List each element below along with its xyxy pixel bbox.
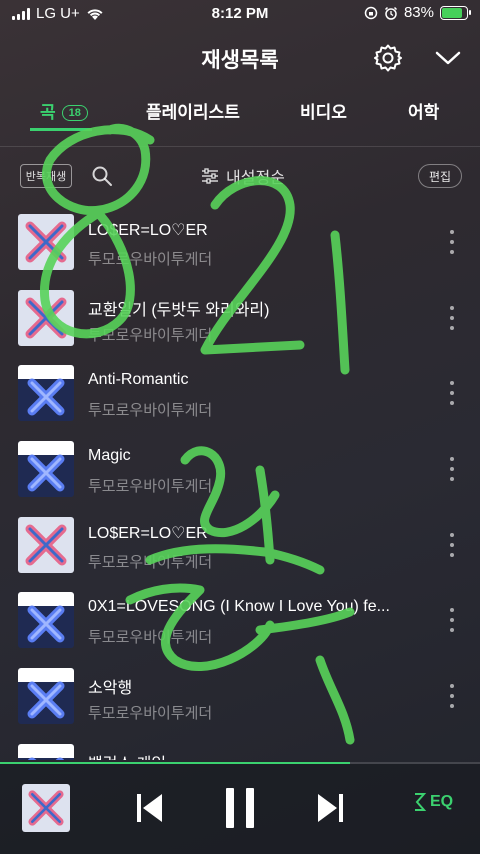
more-options-icon[interactable] [444, 680, 460, 712]
song-artist: 투모로우바이투게더 [88, 705, 213, 723]
collapse-button[interactable] [432, 44, 464, 72]
song-title: 0X1=LOVESONG (I Know I Love You) fe... [88, 598, 390, 616]
song-row[interactable]: 0X1=LOVESONG (I Know I Love You) fe... 투모… [0, 582, 480, 658]
page-title: 재생목록 [201, 49, 279, 72]
song-row[interactable]: Anti-Romantic 투모로우바이투게더 [0, 355, 480, 431]
battery-fill [442, 7, 462, 18]
song-row[interactable]: 소악행투모로우바이투게더 [0, 658, 480, 734]
next-button[interactable] [314, 790, 346, 826]
sort-button[interactable]: 내설정순 [200, 164, 285, 188]
song-title: LO$ER=LO♡ER [88, 222, 208, 239]
more-options-icon[interactable] [444, 226, 460, 258]
eq-label: EQ [430, 793, 454, 810]
song-row[interactable]: LO$ER=LO♡ER 투모로우바이투게더 [0, 204, 480, 280]
song-cover [18, 743, 74, 760]
song-row[interactable]: 교환일기 (두밧두 와리와리) 투모로우바이투게더 [0, 280, 480, 356]
song-row[interactable]: 밸런스 게임투모로우바이투게더 [0, 734, 480, 760]
song-artist: 투모로우바이투게더 [88, 402, 213, 420]
album-cover-art [18, 668, 74, 725]
song-artist: 투모로우바이투게더 [88, 629, 213, 647]
orientation-lock-icon [364, 6, 378, 19]
song-title: 소악행 [88, 680, 133, 698]
song-cover [18, 592, 74, 649]
equalizer-icon [415, 793, 427, 811]
status-right: 83% [364, 4, 471, 21]
song-cover [18, 668, 74, 725]
edit-button[interactable]: 편집 [418, 164, 462, 188]
album-cover-art [22, 784, 70, 832]
tab-playlists[interactable]: 플레이리스트 [146, 98, 240, 123]
album-cover-art [18, 289, 74, 346]
song-artist: 투모로우바이투게더 [88, 251, 213, 268]
now-playing-cover[interactable] [22, 784, 70, 832]
search-icon [92, 166, 112, 186]
pause-button[interactable] [222, 786, 258, 830]
song-artist: 투모로우바이투게더 [88, 478, 213, 496]
battery-charging-icon [440, 5, 471, 20]
song-artist: 투모로우바이투게더 [88, 553, 213, 571]
song-list: LO$ER=LO♡ER 투모로우바이투게더 교환일기 (두밧두 와리와리) 투모로우바… [0, 204, 480, 760]
song-cover [18, 365, 74, 422]
song-row[interactable]: LO$ER=LO♡ER 투모로우바이투게더 [0, 507, 480, 583]
album-cover-art [18, 441, 74, 498]
more-options-icon[interactable] [444, 302, 460, 334]
sort-label: 내설정순 [226, 170, 285, 187]
settings-button[interactable] [372, 42, 404, 74]
album-cover-art [18, 214, 74, 270]
song-title: Magic [88, 447, 131, 465]
active-tab-indicator [30, 128, 92, 131]
song-title: Anti-Romantic [88, 371, 189, 389]
song-count-badge: 18 [61, 105, 88, 121]
divider [0, 146, 480, 147]
repeat-button[interactable]: 반복재생 [20, 164, 72, 188]
skip-next-icon [318, 794, 343, 822]
more-options-icon[interactable] [444, 377, 460, 409]
song-cover [18, 214, 74, 270]
song-title: 밸런스 게임 [88, 750, 428, 760]
tab-songs-label: 곡 [40, 103, 56, 122]
tab-videos[interactable]: 비디오 [300, 98, 347, 123]
song-title: LO$ER=LO♡ER [88, 524, 208, 542]
song-artist: 투모로우바이투게더 [88, 326, 213, 344]
tab-language[interactable]: 어학 [408, 98, 439, 123]
more-options-icon[interactable] [444, 604, 460, 636]
song-row[interactable]: Magic 투모로우바이투게더 [0, 431, 480, 507]
chevron-down-icon [435, 51, 461, 65]
more-options-icon[interactable] [444, 756, 460, 760]
album-cover-art [18, 592, 74, 649]
tab-bar: 곡 18 플레이리스트 비디오 어학 [0, 92, 480, 132]
list-toolbar: 반복재생 내설정순 편집 [0, 158, 480, 194]
song-cover [18, 516, 74, 573]
skip-previous-icon [137, 794, 162, 822]
more-options-icon[interactable] [444, 453, 460, 485]
search-button[interactable] [90, 164, 114, 188]
gear-icon [374, 44, 402, 72]
battery-percent: 83% [403, 4, 434, 21]
status-bar: LG U+ 8:12 PM 83% [0, 0, 480, 28]
mini-player: EQ [0, 764, 480, 854]
equalizer-button[interactable]: EQ [412, 792, 453, 812]
tab-songs[interactable]: 곡 18 [40, 98, 88, 123]
album-cover-art [18, 743, 74, 760]
pause-icon [226, 788, 254, 828]
song-cover [18, 289, 74, 346]
album-cover-art [18, 365, 74, 422]
song-title: 교환일기 (두밧두 와리와리) [88, 301, 270, 319]
header: 재생목록 [0, 36, 480, 80]
sliders-icon [202, 168, 218, 184]
alarm-icon [384, 6, 397, 20]
song-cover [18, 441, 74, 498]
more-options-icon[interactable] [444, 529, 460, 561]
previous-button[interactable] [134, 790, 166, 826]
album-cover-art [18, 516, 74, 573]
